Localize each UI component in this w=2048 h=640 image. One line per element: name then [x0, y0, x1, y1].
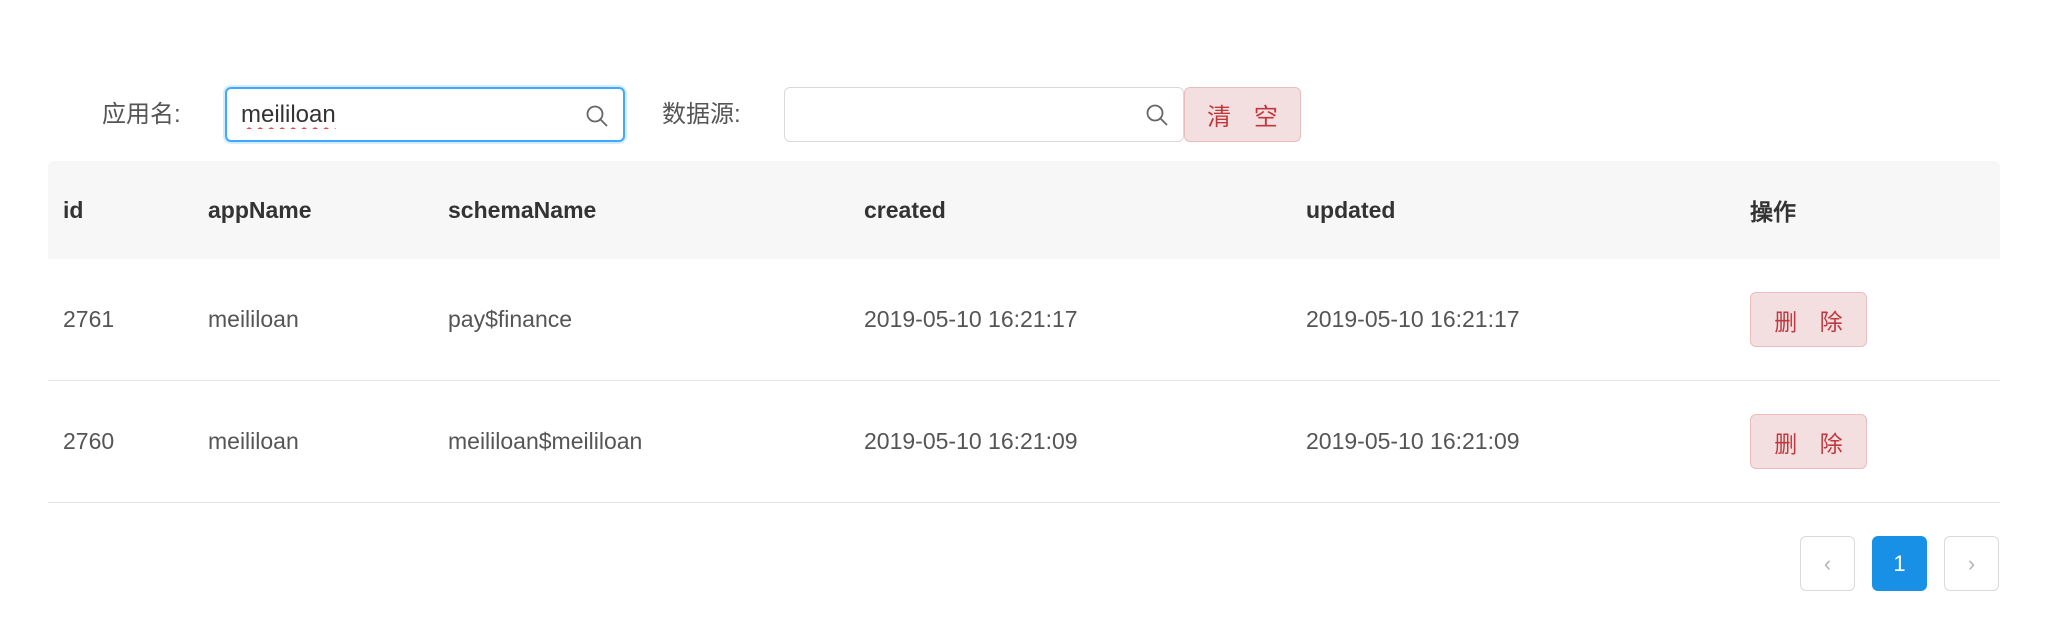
datasource-label: 数据源:: [662, 101, 741, 128]
table-header: id appName schemaName created updated 操作: [48, 161, 2000, 259]
delete-button[interactable]: 删 除: [1750, 292, 1867, 347]
cell-actions: 删 除: [1750, 259, 1867, 380]
datasource-input[interactable]: [799, 96, 1129, 132]
pagination-next-button[interactable]: ›: [1944, 536, 1999, 591]
column-header-appname: appName: [208, 196, 312, 223]
cell-id: 2761: [63, 306, 115, 332]
search-icon[interactable]: [585, 104, 609, 128]
column-header-actions: 操作: [1750, 199, 1796, 225]
cell-created: 2019-05-10 16:21:09: [864, 428, 1078, 454]
column-header-id: id: [63, 196, 84, 223]
cell-appname: meililoan: [208, 306, 299, 332]
cell-schemaname: pay$finance: [448, 306, 573, 332]
pagination-page-1[interactable]: 1: [1872, 536, 1927, 591]
cell-updated: 2019-05-10 16:21:09: [1306, 428, 1520, 454]
table-row: 2761 meililoan pay$finance 2019-05-10 16…: [48, 259, 2000, 381]
cell-created: 2019-05-10 16:21:17: [864, 306, 1078, 332]
chevron-right-icon: ›: [1967, 550, 1976, 576]
column-header-created: created: [864, 196, 946, 223]
cell-updated: 2019-05-10 16:21:17: [1306, 306, 1520, 332]
table-row: 2760 meililoan meililoan$meililoan 2019-…: [48, 381, 2000, 503]
cell-schemaname: meililoan$meililoan: [448, 428, 643, 454]
page: 应用名: 数据源: 清 空 id appName schemaName crea…: [0, 0, 2048, 640]
pagination-prev-button[interactable]: ‹: [1800, 536, 1855, 591]
chevron-left-icon: ‹: [1823, 550, 1832, 576]
app-name-input[interactable]: [241, 97, 571, 133]
data-table: id appName schemaName created updated 操作…: [48, 161, 2000, 503]
app-name-label: 应用名:: [102, 101, 181, 128]
column-header-schemaname: schemaName: [448, 196, 597, 223]
cell-actions: 删 除: [1750, 381, 1867, 502]
delete-button[interactable]: 删 除: [1750, 414, 1867, 469]
search-icon[interactable]: [1145, 103, 1169, 127]
app-name-search[interactable]: [225, 87, 625, 142]
cell-id: 2760: [63, 428, 115, 454]
datasource-search[interactable]: [784, 87, 1184, 142]
clear-button[interactable]: 清 空: [1184, 87, 1301, 142]
cell-appname: meililoan: [208, 428, 299, 454]
column-header-updated: updated: [1306, 196, 1396, 223]
